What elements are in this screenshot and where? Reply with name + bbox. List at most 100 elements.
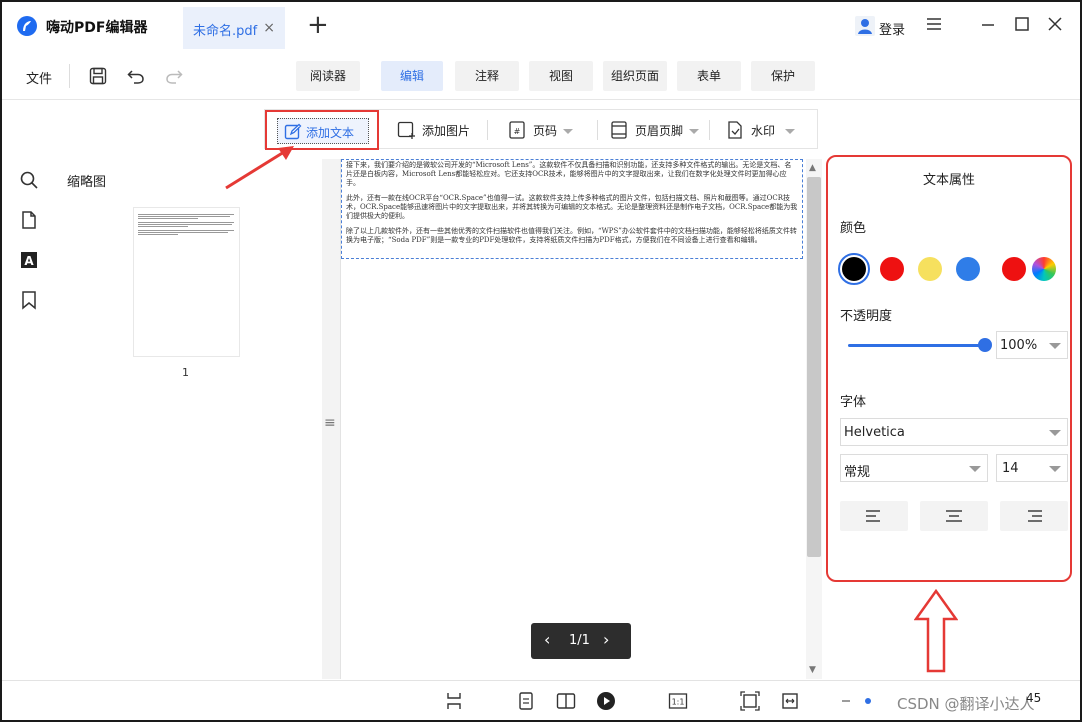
redo-icon[interactable]	[164, 66, 184, 86]
opacity-select[interactable]: 100%	[996, 331, 1068, 359]
color-picker-wheel-icon[interactable]	[1032, 257, 1056, 281]
previous-page-icon[interactable]: ‹	[544, 630, 550, 649]
fit-height-icon[interactable]	[444, 691, 464, 711]
drag-grip-icon: ≡	[324, 415, 336, 431]
document-paragraph[interactable]: 此外，还有一款在线OCR平台“OCR.Space”也值得一试。这款软件支持上传多…	[346, 194, 798, 221]
tab-edit[interactable]: 编辑	[381, 61, 443, 91]
fit-page-icon[interactable]	[740, 691, 760, 711]
new-tab-icon[interactable]: +	[307, 12, 329, 38]
svg-text:#: #	[514, 127, 521, 136]
menu-icon[interactable]	[924, 14, 944, 34]
font-family-select[interactable]: Helvetica	[840, 418, 1068, 446]
color-swatch-yellow[interactable]	[918, 257, 942, 281]
align-right-button[interactable]	[1000, 501, 1068, 531]
font-style-select[interactable]: 常规	[840, 454, 988, 482]
chevron-down-icon	[1049, 343, 1061, 349]
fit-width-icon[interactable]	[780, 691, 800, 711]
next-page-icon[interactable]: ›	[603, 630, 609, 649]
play-slideshow-icon[interactable]	[596, 691, 616, 711]
title-bar: 嗨动PDF编辑器 未命名.pdf × + 登录	[2, 2, 1080, 52]
color-swatch-custom-red[interactable]	[1002, 257, 1026, 281]
bookmark-icon[interactable]	[19, 290, 39, 310]
tab-close-icon[interactable]: ×	[263, 20, 275, 36]
subtoolbar-divider	[597, 120, 598, 140]
page-navigator: ‹ 1/1 ›	[531, 623, 631, 659]
text-properties-panel: 文本属性 颜色 不透明度 100% 字体 Helvetica 常规 14	[826, 155, 1072, 582]
header-footer-dropdown-icon	[689, 129, 699, 134]
document-canvas[interactable]: 接下来，我们要介绍的是微软公司开发的“Microsoft Lens”。这款软件不…	[340, 159, 806, 679]
login-button[interactable]: 登录	[850, 14, 912, 40]
actual-size-icon[interactable]: 1:1	[668, 691, 688, 711]
zoom-value[interactable]: 45	[1026, 691, 1041, 705]
opacity-slider-handle[interactable]	[978, 338, 992, 352]
toolbar-divider	[69, 64, 70, 88]
main-toolbar: 文件 阅读器 编辑 注释 视图 组织页面 表单 保护	[2, 52, 1080, 100]
tab-document[interactable]: 未命名.pdf ×	[183, 7, 285, 49]
scroll-down-icon[interactable]: ▼	[809, 665, 816, 675]
add-text-label: 添加文本	[306, 126, 355, 140]
scrollbar-thumb[interactable]	[807, 177, 821, 557]
tab-organize-pages[interactable]: 组织页面	[603, 61, 667, 91]
text-box-selection[interactable]: 接下来，我们要介绍的是微软公司开发的“Microsoft Lens”。这款软件不…	[341, 159, 803, 259]
header-footer-icon	[611, 121, 627, 139]
align-left-icon	[866, 510, 880, 522]
subtoolbar-divider	[709, 120, 710, 140]
subtoolbar-divider	[487, 120, 488, 140]
two-page-icon[interactable]	[556, 691, 576, 711]
page-number-icon: #	[509, 121, 525, 139]
status-bar: 1:1 CSDN @翻译小达人 45	[2, 680, 1080, 720]
color-swatch-blue[interactable]	[956, 257, 980, 281]
maximize-icon[interactable]	[1012, 14, 1032, 34]
search-icon[interactable]	[19, 170, 39, 190]
zoom-slider-handle[interactable]	[862, 691, 882, 711]
tab-annotate[interactable]: 注释	[455, 61, 519, 91]
page-indicator: 1/1	[569, 633, 590, 648]
watermark-text: CSDN @翻译小达人	[897, 695, 1035, 713]
text-recognition-icon[interactable]: A	[19, 250, 39, 270]
document-paragraph[interactable]: 除了以上几款软件外，还有一些其他优秀的文件扫描软件也值得我们关注。例如，“WPS…	[346, 227, 798, 245]
app-logo-icon	[17, 16, 37, 36]
chevron-down-icon	[1049, 466, 1061, 472]
thumbnail-panel: 缩略图 1	[52, 159, 322, 679]
close-window-icon[interactable]	[1045, 14, 1065, 34]
vertical-scrollbar[interactable]: ▲ ▼	[806, 159, 822, 679]
page-thumbnail[interactable]	[133, 207, 240, 357]
panel-resize-handle[interactable]: ≡	[322, 159, 340, 679]
color-swatch-black[interactable]	[842, 257, 866, 281]
single-page-icon[interactable]	[516, 691, 536, 711]
watermark-icon	[728, 121, 742, 139]
undo-icon[interactable]	[126, 66, 146, 86]
font-size-select[interactable]: 14	[996, 454, 1068, 482]
tab-forms[interactable]: 表单	[677, 61, 741, 91]
app-name: 嗨动PDF编辑器	[46, 20, 148, 36]
watermark-label: 水印	[751, 124, 776, 138]
file-menu[interactable]: 文件	[26, 68, 52, 87]
opacity-slider-track[interactable]	[848, 344, 986, 347]
edit-subtoolbar: 添加文本 添加图片 # 页码 页眉页脚 水印	[264, 109, 818, 150]
font-style-value: 常规	[844, 465, 871, 480]
chevron-down-icon	[1049, 430, 1061, 436]
save-icon[interactable]	[88, 66, 108, 86]
align-left-button[interactable]	[840, 501, 908, 531]
add-image-button[interactable]: 添加图片	[395, 116, 481, 144]
header-footer-button[interactable]: 页眉页脚	[609, 116, 709, 144]
font-family-value: Helvetica	[844, 425, 905, 440]
tab-protect[interactable]: 保护	[751, 61, 815, 91]
thumbnail-page-icon[interactable]	[19, 210, 39, 230]
watermark-button[interactable]: 水印	[725, 116, 799, 144]
chevron-down-icon	[969, 466, 981, 472]
login-label: 登录	[879, 23, 906, 38]
tab-reader[interactable]: 阅读器	[296, 61, 360, 91]
scroll-up-icon[interactable]: ▲	[809, 163, 816, 173]
zoom-out-icon[interactable]	[838, 691, 858, 711]
left-sidebar: A	[2, 159, 52, 679]
minimize-icon[interactable]	[978, 14, 998, 34]
tab-view[interactable]: 视图	[529, 61, 593, 91]
document-paragraph[interactable]: 接下来，我们要介绍的是微软公司开发的“Microsoft Lens”。这款软件不…	[346, 161, 798, 188]
color-swatch-red[interactable]	[880, 257, 904, 281]
page-number-button[interactable]: # 页码	[507, 116, 583, 144]
opacity-value: 100%	[1000, 338, 1038, 353]
align-center-button[interactable]	[920, 501, 988, 531]
align-center-icon	[946, 510, 962, 522]
color-label: 颜色	[840, 221, 867, 236]
